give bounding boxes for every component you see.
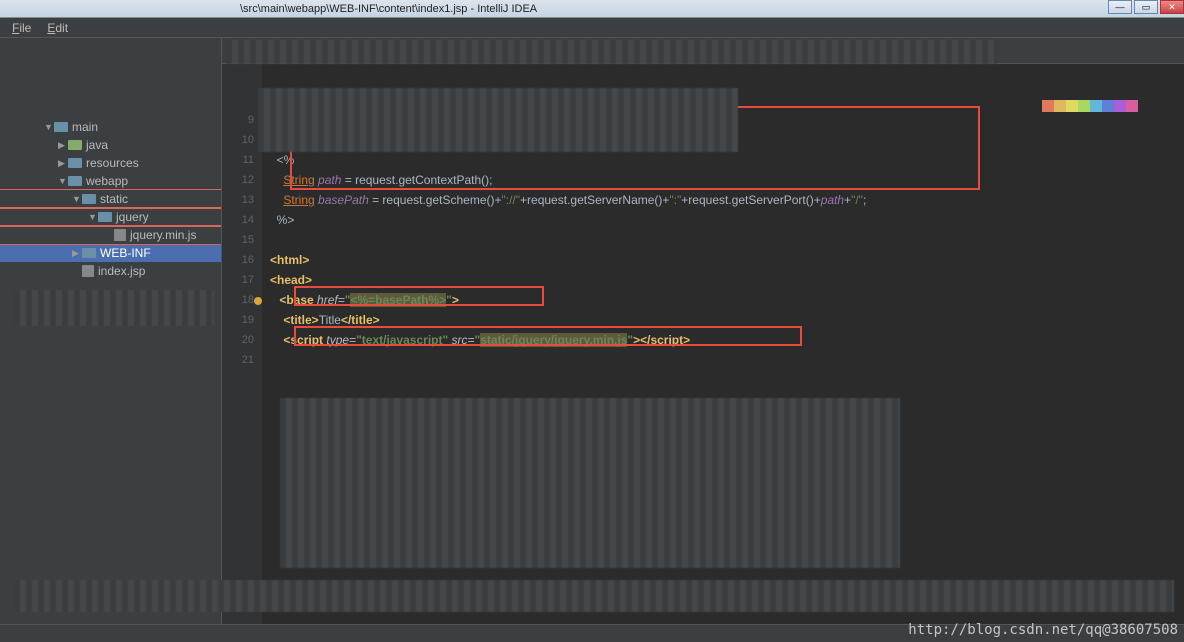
line-number: 11: [222, 150, 254, 170]
tree-label: java: [86, 138, 108, 152]
menu-edit[interactable]: Edit: [39, 21, 76, 35]
menu-bar: File Edit: [0, 18, 1184, 38]
color-chips: [1042, 100, 1138, 112]
tree-node-indexjsp[interactable]: index.jsp: [0, 262, 221, 280]
line-number: 17: [222, 270, 254, 290]
line-number: 12: [222, 170, 254, 190]
tree-node-webapp[interactable]: ▼webapp: [0, 172, 221, 190]
tree-node-webinf[interactable]: ▶WEB-INF: [0, 244, 221, 262]
chip: [1054, 100, 1066, 112]
line-number: 16: [222, 250, 254, 270]
line-number: 20: [222, 330, 254, 350]
maximize-button[interactable]: ▭: [1134, 0, 1158, 14]
tree-node-main[interactable]: ▼main: [0, 118, 221, 136]
watermark: http://blog.csdn.net/qq@38607508: [908, 622, 1178, 638]
blur-region: [280, 398, 900, 568]
line-gutter: 9 10 11 12 13 14 15 16 17 18 19 20 21: [222, 64, 262, 624]
chip: [1042, 100, 1054, 112]
window-buttons: — ▭ ✕: [1108, 0, 1184, 18]
minimize-button[interactable]: —: [1108, 0, 1132, 14]
project-sidebar: ▼main ▶java ▶resources ▼webapp ▼static ▼…: [0, 38, 222, 624]
project-tree: ▼main ▶java ▶resources ▼webapp ▼static ▼…: [0, 38, 221, 318]
tree-node-jquery-min[interactable]: jquery.min.js: [0, 226, 221, 244]
tree-node-jquery[interactable]: ▼jquery: [0, 208, 221, 226]
line-number: 21: [222, 350, 254, 370]
tree-label: static: [100, 192, 128, 206]
line-number: 19: [222, 310, 254, 330]
line-number: 13: [222, 190, 254, 210]
tree-node-resources[interactable]: ▶resources: [0, 154, 221, 172]
tree-label: index.jsp: [98, 264, 145, 278]
blur-region: [258, 88, 738, 152]
blur-region: [14, 290, 214, 326]
tree-label: webapp: [86, 174, 128, 188]
chip: [1066, 100, 1078, 112]
tree-label: resources: [86, 156, 139, 170]
tree-node-static[interactable]: ▼static: [0, 190, 221, 208]
chip: [1126, 100, 1138, 112]
line-number: 9: [222, 110, 254, 130]
tree-label: WEB-INF: [100, 246, 151, 260]
chip: [1102, 100, 1114, 112]
close-button[interactable]: ✕: [1160, 0, 1184, 14]
chip: [1090, 100, 1102, 112]
line-number: 14: [222, 210, 254, 230]
window-titlebar: \src\main\webapp\WEB-INF\content\index1.…: [0, 0, 1184, 18]
blur-region: [226, 40, 998, 64]
chip: [1114, 100, 1126, 112]
tree-label: main: [72, 120, 98, 134]
line-number: 18: [222, 290, 254, 310]
window-title: \src\main\webapp\WEB-INF\content\index1.…: [0, 3, 537, 15]
chip: [1078, 100, 1090, 112]
menu-file[interactable]: File: [4, 21, 39, 35]
tree-label: jquery.min.js: [130, 228, 196, 242]
line-number: 10: [222, 130, 254, 150]
tree-label: jquery: [116, 210, 149, 224]
tree-node-java[interactable]: ▶java: [0, 136, 221, 154]
blur-region: [14, 580, 1174, 612]
line-number: 15: [222, 230, 254, 250]
